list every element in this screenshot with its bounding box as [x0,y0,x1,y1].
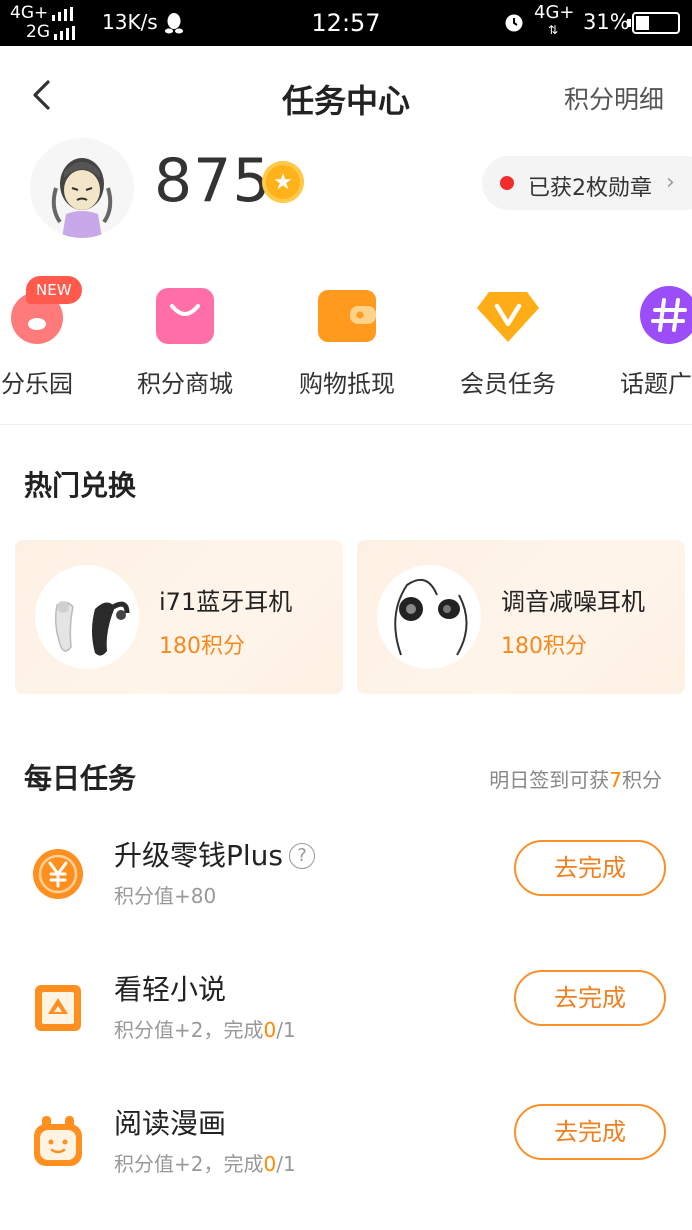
yen-coin-icon [33,849,83,899]
go-complete-button[interactable]: 去完成 [514,840,666,896]
go-complete-button[interactable]: 去完成 [514,970,666,1026]
in-ear-headphones-image [377,565,481,669]
bluetooth-earpiece-image [35,565,139,669]
points-detail-link[interactable]: 积分明细 [564,80,664,116]
wallet-icon [318,290,376,342]
exchange-item-name: i71蓝牙耳机 [159,588,293,616]
task-name: 看轻小说 [114,973,227,1006]
divider [0,424,692,425]
exchange-item-price: 180积分 [501,634,587,659]
task-reward-text: 积分值+2，完成 [114,1152,264,1176]
entry-topic-square[interactable]: 话题广 [594,270,692,410]
hashtag-icon [640,286,692,344]
status-bar: 4G+ 2G 13K/s 12:57 4G+ ⇅ 31% [0,0,692,46]
help-icon[interactable]: ? [289,843,315,869]
data-arrows-icon: ⇅ [548,23,559,37]
task-reward: 积分值+2，完成0/1 [114,1148,296,1177]
points-balance: 875 [154,146,272,216]
new-badge: NEW [26,276,82,304]
task-reward: 积分值+80 [114,884,217,908]
entry-label: 购物抵现 [299,370,395,398]
entry-vip-tasks[interactable]: 会员任务 [433,270,583,410]
entry-shopping-cash[interactable]: 购物抵现 [272,270,422,410]
task-row-read-comic: 阅读漫画 积分值+2，完成0/1 去完成 [0,1102,692,1212]
shopping-bag-icon [156,288,214,344]
hot-exchange-title: 热门兑换 [24,469,137,502]
task-row-upgrade-plus: 升级零钱Plus? 积分值+80 去完成 [0,834,692,944]
entry-label: 会员任务 [460,370,556,398]
exchange-item-price: 180积分 [159,634,245,659]
task-progress-done: 0 [263,1018,277,1042]
network-type-right: 4G+ [534,2,575,23]
task-progress-total: /1 [276,1152,296,1176]
avatar-illustration [51,158,113,238]
signin-hint: 明日签到可获7积分 [489,764,662,793]
task-name-text: 升级零钱Plus [114,839,283,872]
task-reward: 积分值+2，完成0/1 [114,1014,296,1043]
entry-label: 分乐园 [1,370,73,398]
task-progress-total: /1 [276,1018,296,1042]
task-progress-done: 0 [263,1152,277,1176]
entry-points-mall[interactable]: 积分商城 [110,270,260,410]
signin-hint-text: 明日签到可获 [489,768,610,792]
comic-face-icon [34,1116,82,1166]
go-complete-button[interactable]: 去完成 [514,1104,666,1160]
entry-label: 积分商城 [137,370,233,398]
signin-hint-value: 7 [609,768,622,792]
exchange-item-name: 调音减噪耳机 [501,588,645,616]
feature-entries: NEW 分乐园 积分商城 购物抵现 会员任务 话题广 [0,270,692,420]
novel-book-icon [35,985,81,1031]
vip-diamond-icon [477,292,539,342]
battery-percent: 31% [583,10,630,34]
red-dot-icon [500,176,514,190]
battery-icon [627,12,680,34]
task-reward-text: 积分值+2，完成 [114,1018,264,1042]
signin-hint-unit: 积分 [622,768,662,792]
entry-fun-park[interactable]: NEW 分乐园 [0,270,112,410]
nav-bar: 任务中心 积分明细 [0,46,692,146]
exchange-card-tuning-earphone[interactable]: 调音减噪耳机 180积分 [357,540,685,694]
alarm-icon [505,14,523,32]
chevron-right-icon: › [666,170,675,195]
medal-button[interactable]: 已获2枚勋章 › [482,156,692,210]
task-name: 升级零钱Plus? [114,834,315,874]
medal-count-label: 已获2枚勋章 [528,176,652,201]
task-row-light-novel: 看轻小说 积分值+2，完成0/1 去完成 [0,968,692,1078]
task-name: 阅读漫画 [114,1107,227,1140]
points-coin-icon: ★ [262,161,304,203]
avatar[interactable] [30,138,134,238]
daily-tasks-title: 每日任务 [24,762,137,795]
entry-label: 话题广 [620,370,692,398]
exchange-card-earphone[interactable]: i71蓝牙耳机 180积分 [15,540,343,694]
